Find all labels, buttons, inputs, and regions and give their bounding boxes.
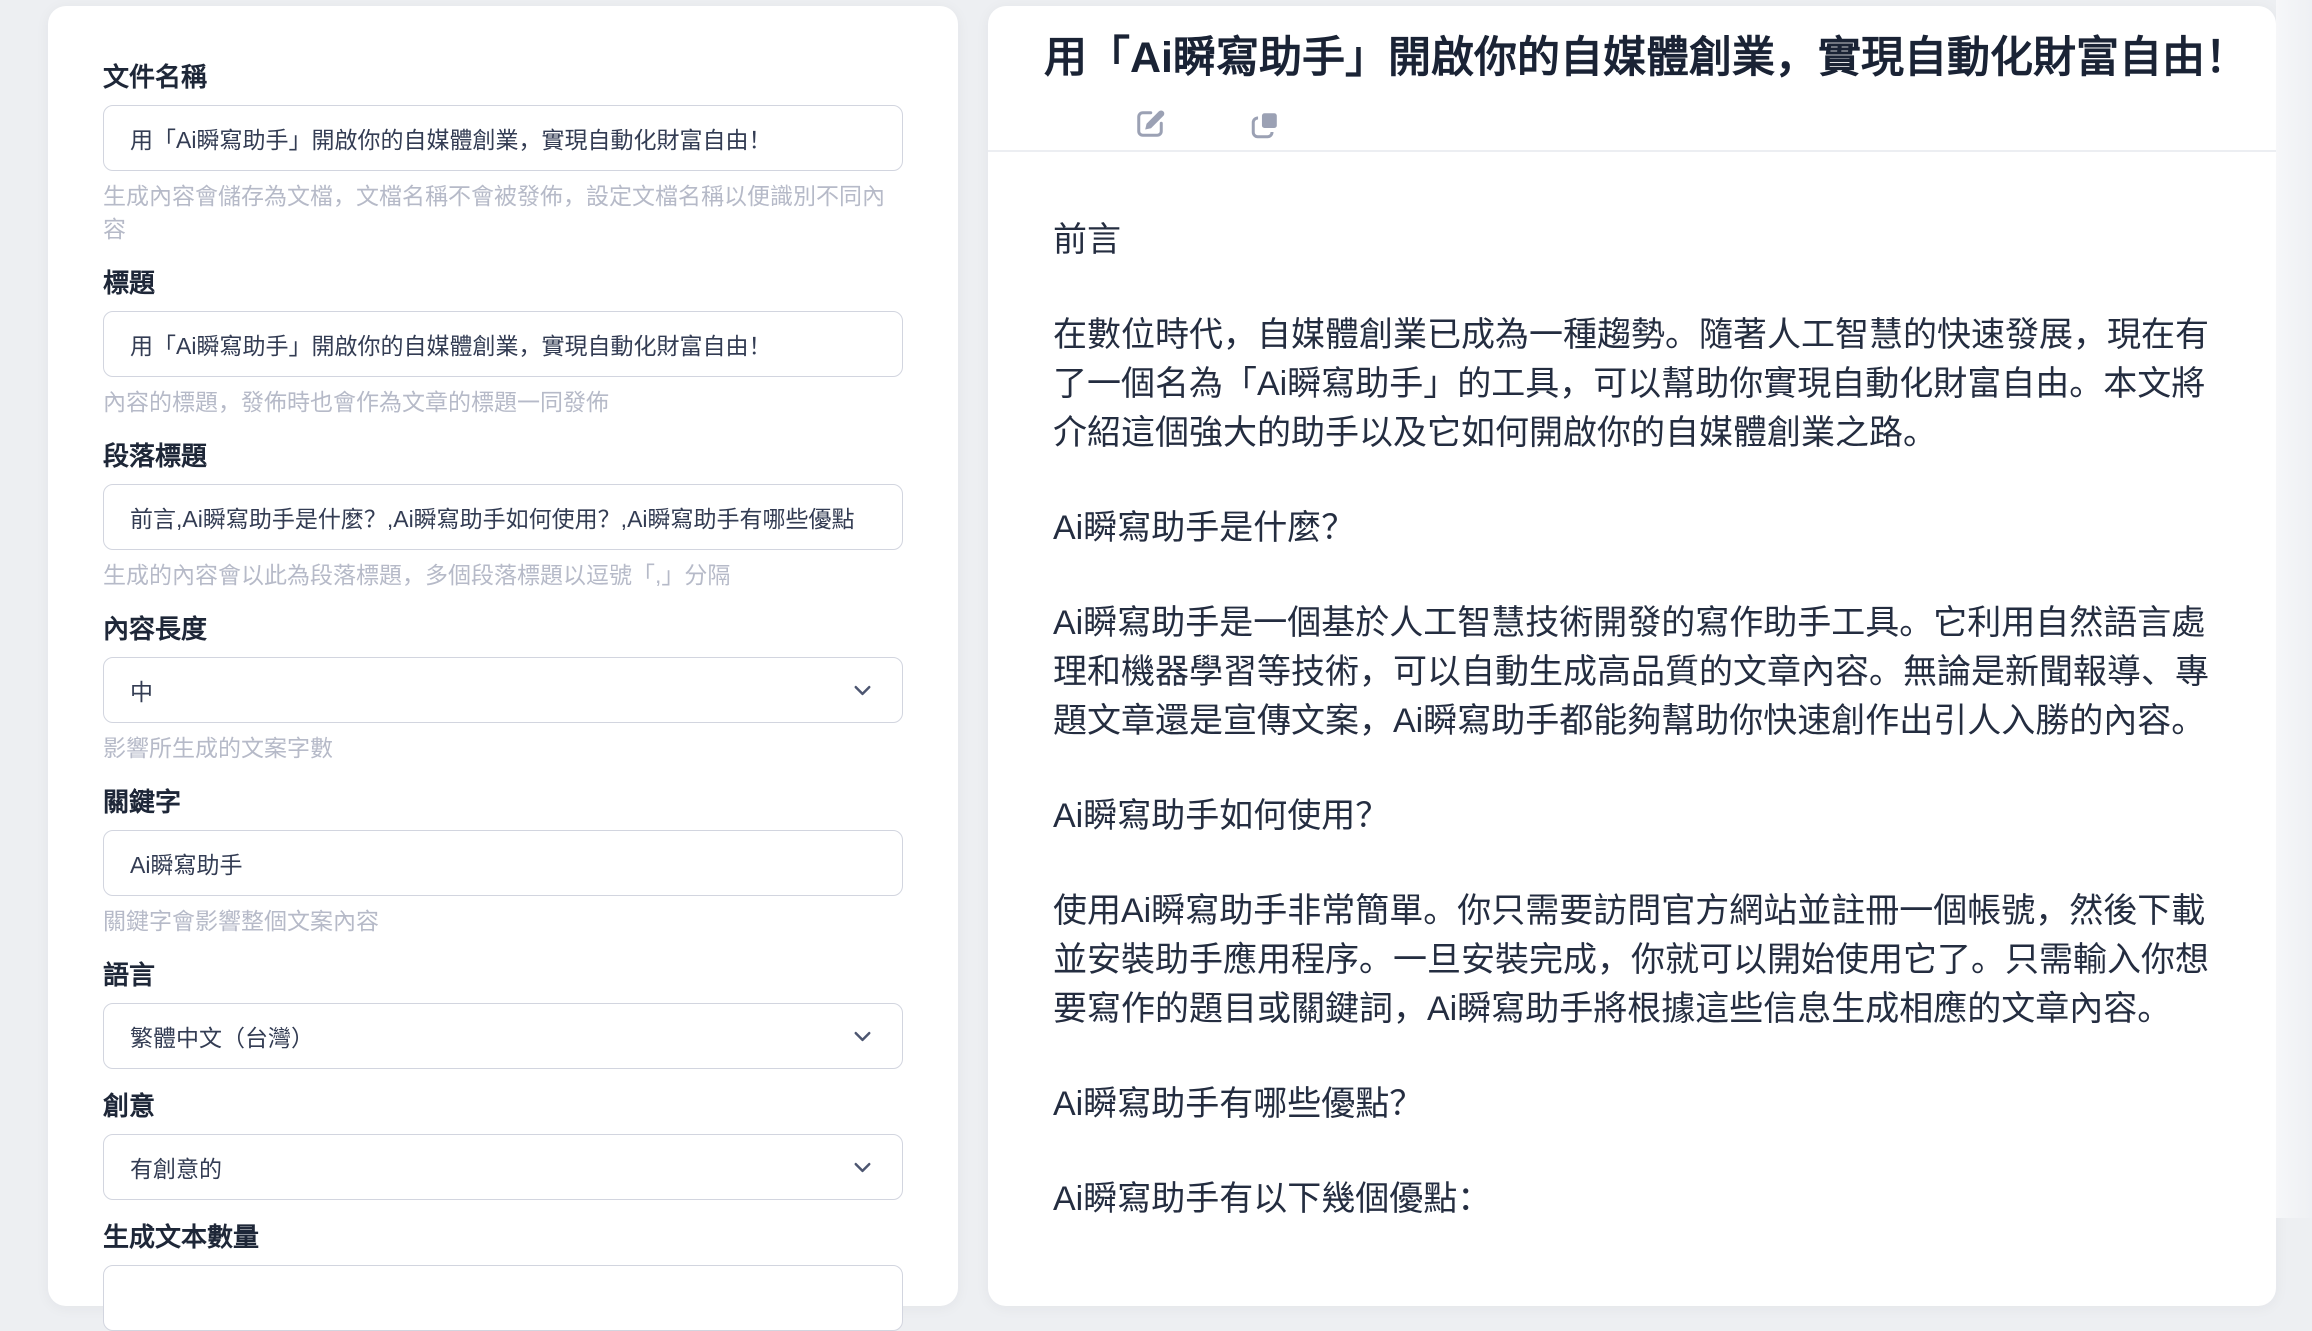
generator-form-panel: 文件名稱 生成內容會儲存為文檔，文檔名稱不會被發佈，設定文檔名稱以便識別不同內容… bbox=[48, 6, 958, 1306]
field-label: 標題 bbox=[103, 268, 903, 298]
select-value: 繁體中文（台灣） bbox=[130, 1019, 314, 1053]
field-help: 生成的內容會以此為段落標題，多個段落標題以逗號「,」分隔 bbox=[103, 559, 903, 592]
select-value: 有創意的 bbox=[130, 1150, 222, 1184]
section-titles-input[interactable] bbox=[103, 484, 903, 550]
article-panel: 用「Ai瞬寫助手」開啟你的自媒體創業，實現自動化財富自由！ 前言 在數位時代，自… bbox=[988, 6, 2276, 1306]
edit-button[interactable] bbox=[1132, 106, 1168, 142]
field-label: 語言 bbox=[103, 960, 903, 990]
field-label: 文件名稱 bbox=[103, 62, 903, 92]
article-toolbar bbox=[1044, 106, 2276, 142]
field-label: 生成文本數量 bbox=[103, 1222, 903, 1252]
document-name-input[interactable] bbox=[103, 105, 903, 171]
article-title: 用「Ai瞬寫助手」開啟你的自媒體創業，實現自動化財富自由！ bbox=[1044, 32, 2276, 84]
article-paragraph: 在數位時代，自媒體創業已成為一種趨勢。隨著人工智慧的快速發展，現在有了一個名為「… bbox=[1053, 311, 2214, 458]
select-value: 中 bbox=[130, 673, 153, 707]
field-section-titles: 段落標題 生成的內容會以此為段落標題，多個段落標題以逗號「,」分隔 bbox=[103, 441, 903, 592]
field-label: 關鍵字 bbox=[103, 787, 903, 817]
scrollbar-gutter[interactable] bbox=[2276, 0, 2312, 1218]
copy-button[interactable] bbox=[1248, 106, 1284, 142]
field-content-length: 內容長度 中 影響所生成的文案字數 bbox=[103, 614, 903, 765]
language-select[interactable]: 繁體中文（台灣） bbox=[103, 1003, 903, 1069]
keywords-input[interactable] bbox=[103, 830, 903, 896]
title-input[interactable] bbox=[103, 311, 903, 377]
copy-icon bbox=[1248, 106, 1284, 142]
article-paragraph: 使用Ai瞬寫助手非常簡單。你只需要訪問官方網站並註冊一個帳號，然後下載並安裝助手… bbox=[1053, 887, 2214, 1034]
field-output-count: 生成文本數量 bbox=[103, 1222, 903, 1331]
article-section-heading: 前言 bbox=[1053, 216, 2214, 265]
field-title: 標題 內容的標題，發佈時也會作為文章的標題一同發佈 bbox=[103, 268, 903, 419]
field-label: 內容長度 bbox=[103, 614, 903, 644]
chevron-down-icon bbox=[849, 677, 876, 704]
article-paragraph: Ai瞬寫助手是一個基於人工智慧技術開發的寫作助手工具。它利用自然語言處理和機器學… bbox=[1053, 599, 2214, 746]
article-section-heading: Ai瞬寫助手有哪些優點？ bbox=[1053, 1080, 2214, 1129]
field-label: 段落標題 bbox=[103, 441, 903, 471]
article-section-heading: Ai瞬寫助手是什麼？ bbox=[1053, 504, 2214, 553]
field-keywords: 關鍵字 關鍵字會影響整個文案內容 bbox=[103, 787, 903, 938]
field-help: 生成內容會儲存為文檔，文檔名稱不會被發佈，設定文檔名稱以便識別不同內容 bbox=[103, 180, 903, 246]
field-help: 影響所生成的文案字數 bbox=[103, 732, 903, 765]
creativity-select[interactable]: 有創意的 bbox=[103, 1134, 903, 1200]
article-section-heading: Ai瞬寫助手如何使用？ bbox=[1053, 792, 2214, 841]
field-help: 關鍵字會影響整個文案內容 bbox=[103, 905, 903, 938]
field-language: 語言 繁體中文（台灣） bbox=[103, 960, 903, 1069]
article-content[interactable]: 前言 在數位時代，自媒體創業已成為一種趨勢。隨著人工智慧的快速發展，現在有了一個… bbox=[988, 152, 2276, 1224]
content-length-select[interactable]: 中 bbox=[103, 657, 903, 723]
chevron-down-icon bbox=[849, 1023, 876, 1050]
field-label: 創意 bbox=[103, 1091, 903, 1121]
article-header: 用「Ai瞬寫助手」開啟你的自媒體創業，實現自動化財富自由！ bbox=[988, 6, 2276, 152]
field-help: 內容的標題，發佈時也會作為文章的標題一同發佈 bbox=[103, 386, 903, 419]
field-document-name: 文件名稱 生成內容會儲存為文檔，文檔名稱不會被發佈，設定文檔名稱以便識別不同內容 bbox=[103, 62, 903, 246]
output-count-input[interactable] bbox=[103, 1265, 903, 1331]
field-creativity: 創意 有創意的 bbox=[103, 1091, 903, 1200]
article-paragraph: Ai瞬寫助手有以下幾個優點： bbox=[1053, 1175, 2214, 1224]
chevron-down-icon bbox=[849, 1154, 876, 1181]
edit-icon bbox=[1132, 106, 1168, 142]
